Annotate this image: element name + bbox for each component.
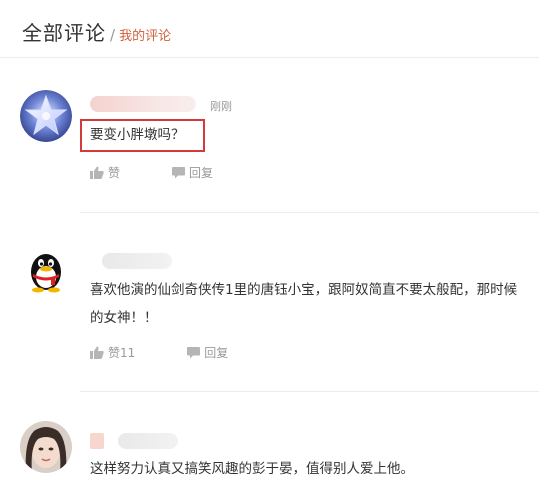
comment-text: 这样努力认真又搞笑风趣的彭于晏，值得别人爱上他。 <box>90 461 414 477</box>
username-blurred-2 <box>118 433 178 449</box>
comment-item: 这样努力认真又搞笑风趣的彭于晏，值得别人爱上他。 <box>0 0 539 482</box>
username-blurred[interactable] <box>90 433 104 449</box>
avatar[interactable] <box>20 421 72 473</box>
